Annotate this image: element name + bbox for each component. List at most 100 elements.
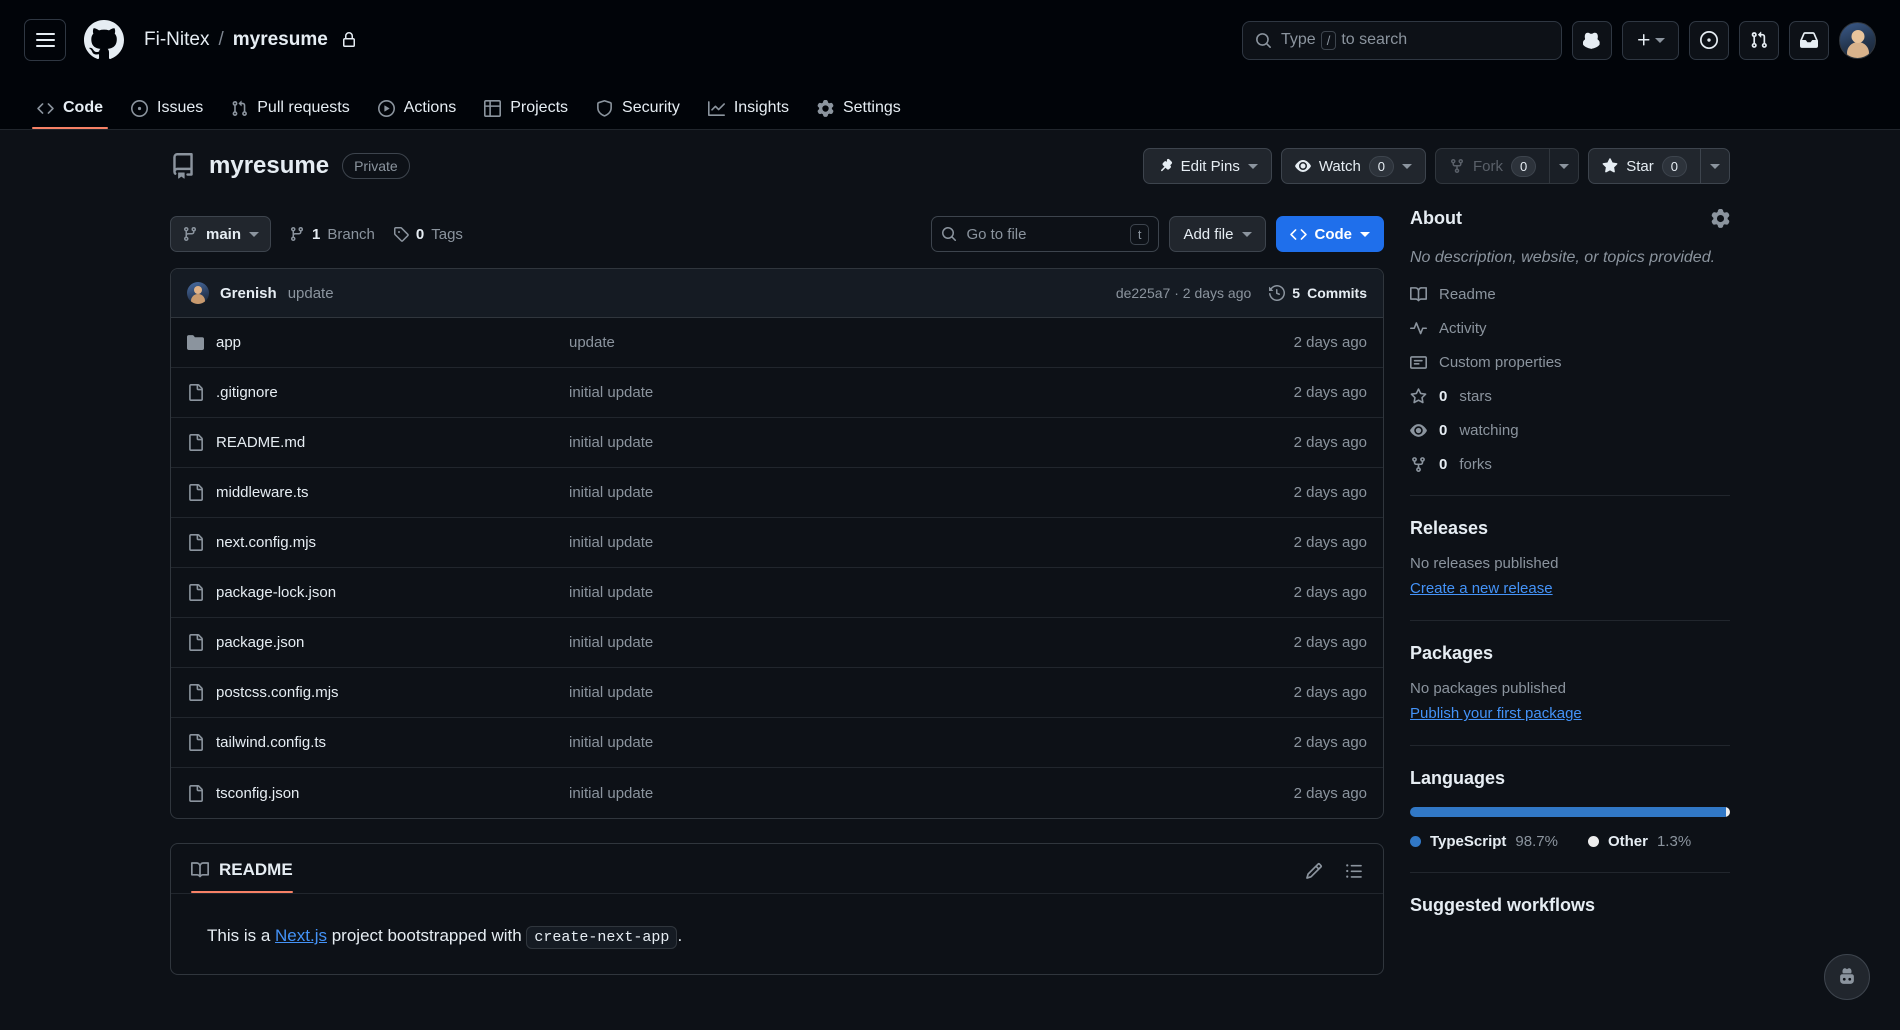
create-new-button[interactable] <box>1622 20 1679 60</box>
tab-insights-label: Insights <box>733 99 789 116</box>
sidebar-item-stars[interactable]: 0 stars <box>1410 388 1730 405</box>
table-row[interactable]: tailwind.config.ts initial update 2 days… <box>171 718 1383 768</box>
language-color-dot <box>1587 836 1599 848</box>
commits-count-link[interactable]: 5 Commits <box>1269 285 1367 301</box>
fork-button[interactable]: Fork 0 <box>1435 148 1550 184</box>
file-commit-message[interactable]: update <box>569 334 1294 351</box>
breadcrumb-repo[interactable]: myresume <box>233 29 328 51</box>
copilot-fab-button[interactable] <box>1824 954 1870 1000</box>
sidebar-item-custom-properties[interactable]: Custom properties <box>1410 354 1730 371</box>
eye-icon <box>1410 424 1427 438</box>
sidebar-item-activity[interactable]: Activity <box>1410 320 1730 337</box>
readme-tab-label: README <box>219 860 293 879</box>
file-commit-message[interactable]: initial update <box>569 684 1294 701</box>
edit-pins-button[interactable]: Edit Pins <box>1142 148 1272 184</box>
file-icon <box>189 584 203 601</box>
file-commit-message[interactable]: initial update <box>569 785 1294 802</box>
breadcrumb-owner[interactable]: Fi-Nitex <box>144 29 209 51</box>
file-name[interactable]: README.md <box>216 434 305 451</box>
language-segment-typescript[interactable] <box>1410 807 1726 818</box>
sidebar-item-forks[interactable]: 0 forks <box>1410 456 1730 473</box>
branches-link[interactable]: 1 Branch <box>289 226 375 243</box>
divider <box>1410 495 1730 497</box>
table-row[interactable]: next.config.mjs initial update 2 days ag… <box>171 518 1383 568</box>
go-to-file-key: t <box>1129 223 1150 245</box>
table-row[interactable]: package-lock.json initial update 2 days … <box>171 568 1383 618</box>
commit-message[interactable]: update <box>288 285 334 302</box>
file-name[interactable]: tailwind.config.ts <box>216 734 326 751</box>
nextjs-link[interactable]: Next.js <box>275 926 327 945</box>
table-row[interactable]: package.json initial update 2 days ago <box>171 618 1383 668</box>
github-logo[interactable] <box>84 20 124 60</box>
add-file-button[interactable]: Add file <box>1169 216 1266 252</box>
page-title[interactable]: myresume <box>209 152 329 180</box>
pull-requests-button[interactable] <box>1739 20 1779 60</box>
avatar[interactable] <box>1839 21 1876 59</box>
language-segment-other[interactable] <box>1725 807 1730 818</box>
file-name[interactable]: postcss.config.mjs <box>216 684 339 701</box>
forks-count: 0 <box>1439 456 1448 474</box>
table-row[interactable]: postcss.config.mjs initial update 2 days… <box>171 668 1383 718</box>
table-row[interactable]: tsconfig.json initial update 2 days ago <box>171 768 1383 818</box>
publish-package-link[interactable]: Publish your first package <box>1410 705 1582 722</box>
tab-code-label: Code <box>63 99 103 116</box>
table-row[interactable]: app update 2 days ago <box>171 318 1383 368</box>
fork-dropdown-button[interactable] <box>1549 148 1580 184</box>
sidebar-item-readme[interactable]: Readme <box>1410 286 1730 303</box>
branch-selector-button[interactable]: main <box>170 216 272 252</box>
tab-code[interactable]: Code <box>24 99 116 129</box>
file-name[interactable]: package-lock.json <box>216 584 336 601</box>
file-name[interactable]: tsconfig.json <box>216 785 299 802</box>
star-button[interactable]: Star 0 <box>1588 148 1700 184</box>
file-name[interactable]: middleware.ts <box>216 484 309 501</box>
table-row[interactable]: README.md initial update 2 days ago <box>171 418 1383 468</box>
file-name[interactable]: next.config.mjs <box>216 534 316 551</box>
table-row[interactable]: middleware.ts initial update 2 days ago <box>171 468 1383 518</box>
tab-actions[interactable]: Actions <box>365 99 469 129</box>
file-commit-message[interactable]: initial update <box>569 384 1294 401</box>
issues-button[interactable] <box>1689 20 1729 60</box>
readme-tab[interactable]: README <box>191 860 293 893</box>
latest-commit-bar: Grenish update de225a7 · 2 days ago 5 Co… <box>171 269 1383 318</box>
edit-icon[interactable] <box>1305 862 1323 880</box>
commit-sha-and-age[interactable]: de225a7 · 2 days ago <box>1116 285 1251 301</box>
tags-link[interactable]: 0 Tags <box>393 226 463 243</box>
tab-security[interactable]: Security <box>583 99 693 129</box>
copilot-button[interactable] <box>1572 20 1612 60</box>
tab-settings[interactable]: Settings <box>804 99 914 129</box>
watch-button[interactable]: Watch 0 <box>1280 148 1427 184</box>
sidebar-item-watching[interactable]: 0 watching <box>1410 422 1730 439</box>
file-commit-message[interactable]: initial update <box>569 634 1294 651</box>
language-item-typescript[interactable]: TypeScript 98.7% <box>1410 833 1558 850</box>
file-commit-message[interactable]: initial update <box>569 584 1294 601</box>
global-search-input[interactable]: Type / to search <box>1242 20 1562 60</box>
list-unordered-icon[interactable] <box>1345 862 1363 880</box>
tab-projects[interactable]: Projects <box>471 99 581 129</box>
table-row[interactable]: .gitignore initial update 2 days ago <box>171 368 1383 418</box>
commit-author-avatar[interactable] <box>187 282 209 304</box>
tab-insights[interactable]: Insights <box>695 99 802 129</box>
divider <box>1410 620 1730 622</box>
code-button[interactable]: Code <box>1275 216 1384 252</box>
commit-author[interactable]: Grenish <box>220 285 277 302</box>
file-commit-message[interactable]: initial update <box>569 434 1294 451</box>
language-item-other[interactable]: Other 1.3% <box>1587 833 1691 850</box>
star-dropdown-button[interactable] <box>1700 148 1730 184</box>
stars-count: 0 <box>1439 388 1448 406</box>
file-name[interactable]: .gitignore <box>216 384 278 401</box>
create-release-link[interactable]: Create a new release <box>1410 580 1553 597</box>
gear-icon[interactable] <box>1711 209 1730 228</box>
file-commit-message[interactable]: initial update <box>569 534 1294 551</box>
file-icon <box>189 384 203 401</box>
tab-pull-requests[interactable]: Pull requests <box>218 99 363 129</box>
tab-issues[interactable]: Issues <box>118 99 216 129</box>
file-commit-message[interactable]: initial update <box>569 484 1294 501</box>
file-name[interactable]: app <box>216 334 241 351</box>
star-button-group: Star 0 <box>1588 148 1730 184</box>
hamburger-menu-icon[interactable] <box>24 19 66 61</box>
file-icon <box>189 634 203 651</box>
notifications-button[interactable] <box>1789 20 1829 60</box>
go-to-file-input[interactable]: Go to file t <box>931 216 1160 252</box>
file-commit-message[interactable]: initial update <box>569 734 1294 751</box>
file-name[interactable]: package.json <box>216 634 304 651</box>
